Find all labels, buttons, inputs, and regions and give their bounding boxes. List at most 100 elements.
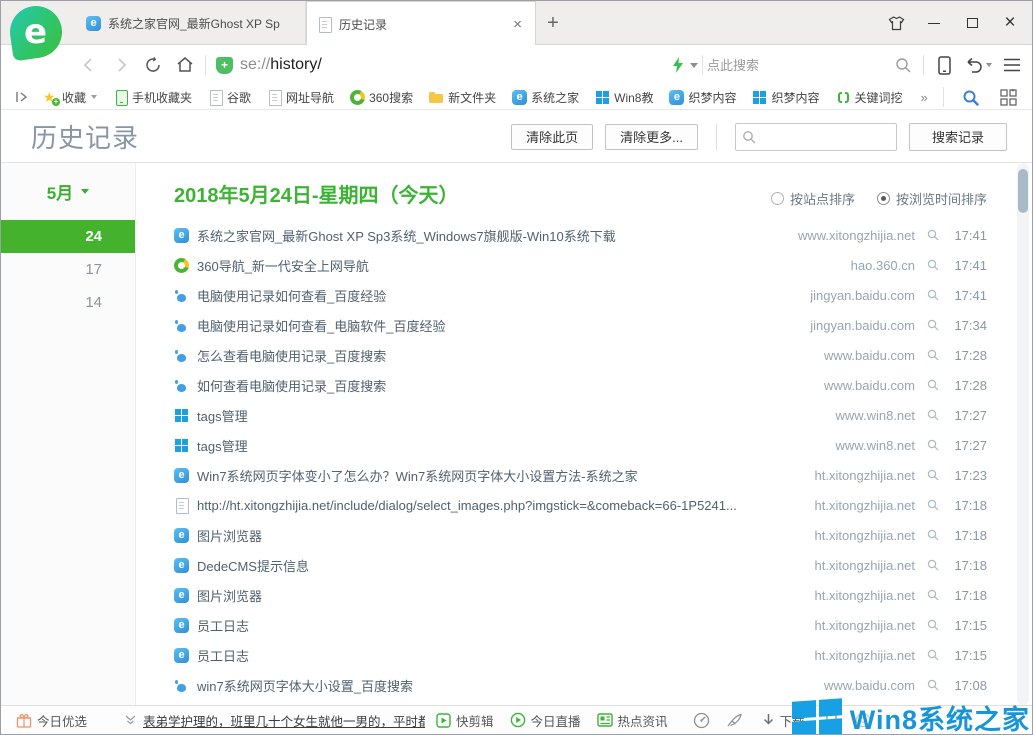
browser-logo[interactable]: e <box>10 6 64 64</box>
bookmark-item[interactable]: 关键词挖 <box>828 85 911 109</box>
entry-search-icon[interactable] <box>927 559 939 571</box>
bookmark-item[interactable]: 收藏 <box>35 85 105 109</box>
back-icon[interactable] <box>73 49 105 81</box>
refresh-icon[interactable] <box>137 49 169 81</box>
quick-clip-button[interactable]: 快剪辑 <box>431 711 499 730</box>
history-entry-row[interactable]: 电脑使用记录如何查看_电脑软件_百度经验 jingyan.baidu.com 1… <box>137 310 1032 340</box>
ticker-collapse-icon[interactable] <box>124 715 137 726</box>
history-search-input[interactable] <box>735 123 897 151</box>
date-item[interactable]: 24 <box>1 220 135 253</box>
entry-title-link[interactable]: Win7系统网页字体变小了怎么办？Win7系统网页字体大小设置方法-系统之家 <box>197 466 638 485</box>
entry-title-link[interactable]: 图片浏览器 <box>197 526 262 545</box>
entry-title-link[interactable]: 员工日志 <box>197 616 249 635</box>
news-ticker-link[interactable]: 表弟学护理的，班里几十个女生就他一男的，平时都拿他当 <box>143 711 425 730</box>
sidebar-toggle-icon[interactable] <box>9 86 35 108</box>
entry-title-link[interactable]: tags管理 <box>197 436 248 455</box>
bookmark-item[interactable]: 谷歌 <box>200 85 259 109</box>
bookmark-item[interactable]: 360搜索 <box>342 85 421 109</box>
tab-history[interactable]: 历史记录 × <box>306 1 536 46</box>
today-picks-button[interactable]: 今日优选 <box>11 711 92 730</box>
entry-search-icon[interactable] <box>927 439 939 451</box>
quick-search-input[interactable] <box>707 58 887 73</box>
entry-title-link[interactable]: 员工日志 <box>197 646 249 665</box>
history-entry-row[interactable]: tags管理 www.win8.net 17:27 <box>137 400 1032 430</box>
undo-recent-icon[interactable] <box>960 49 996 81</box>
home-icon[interactable] <box>169 49 201 81</box>
history-entry-row[interactable]: win7系统网页字体大小设置_百度搜索 www.baidu.com 17:08 <box>137 670 1032 700</box>
history-entry-row[interactable]: http://ht.xitongzhijia.net/include/dialo… <box>137 490 1032 520</box>
bookmark-item[interactable]: 织梦内容 <box>744 85 827 109</box>
scrollbar[interactable] <box>1017 163 1029 705</box>
entry-search-icon[interactable] <box>927 289 939 301</box>
history-entry-row[interactable]: 360导航_新一代安全上网导航 hao.360.cn 17:41 <box>137 250 1032 280</box>
tab-xitongzhijia[interactable]: 系统之家官网_最新Ghost XP Sp <box>76 1 306 45</box>
entry-title-link[interactable]: 系统之家官网_最新Ghost XP Sp3系统_Windows7旗舰版-Win1… <box>197 226 616 245</box>
rocket-boost-icon[interactable] <box>726 713 743 728</box>
extension-lightning-icon[interactable] <box>666 49 690 81</box>
download-button[interactable]: 下载 <box>757 711 810 730</box>
entry-search-icon[interactable] <box>927 409 939 421</box>
forward-icon[interactable] <box>105 49 137 81</box>
history-entry-row[interactable]: 图片浏览器 ht.xitongzhijia.net 17:18 <box>137 580 1032 610</box>
site-safety-shield-icon[interactable]: + <box>216 57 233 74</box>
bookmarks-overflow-icon[interactable]: » <box>911 90 938 105</box>
history-entry-row[interactable]: DedeCMS提示信息 ht.xitongzhijia.net 17:18 <box>137 550 1032 580</box>
bookmarks-search-icon[interactable] <box>954 86 986 108</box>
history-entry-row[interactable]: Win7系统网页字体变小了怎么办？Win7系统网页字体大小设置方法-系统之家 h… <box>137 460 1032 490</box>
mobile-phone-icon[interactable] <box>928 49 960 81</box>
clear-page-button[interactable]: 清除此页 <box>511 124 593 150</box>
date-item[interactable]: 17 <box>1 253 135 286</box>
entry-title-link[interactable]: tags管理 <box>197 406 248 425</box>
bookmark-item[interactable]: 网址导航 <box>259 85 342 109</box>
bookmark-item[interactable]: 手机收藏夹 <box>105 85 200 109</box>
entry-search-icon[interactable] <box>927 649 939 661</box>
menu-hamburger-icon[interactable] <box>996 49 1028 81</box>
history-entry-row[interactable]: 怎么查看电脑使用记录_百度搜索 www.baidu.com 17:28 <box>137 340 1032 370</box>
entry-title-link[interactable]: 360导航_新一代安全上网导航 <box>197 256 369 275</box>
entry-title-link[interactable]: 如何查看电脑使用记录_百度搜索 <box>197 376 386 395</box>
entry-search-icon[interactable] <box>927 259 939 271</box>
maximize-button[interactable] <box>958 9 986 37</box>
history-entry-row[interactable]: 员工日志 ht.xitongzhijia.net 17:15 <box>137 640 1032 670</box>
minimize-button[interactable] <box>920 9 948 37</box>
entry-search-icon[interactable] <box>927 619 939 631</box>
bookmark-item[interactable]: 织梦内容 <box>661 85 744 109</box>
extension-dropdown-icon[interactable] <box>690 63 698 68</box>
wheel-icon[interactable] <box>855 712 871 728</box>
address-bar[interactable]: + se://history/ <box>216 56 666 74</box>
sort-radio-option[interactable]: 按站点排序 <box>771 189 855 208</box>
apps-grid-icon[interactable] <box>992 86 1024 108</box>
entry-search-icon[interactable] <box>927 589 939 601</box>
bookmark-item[interactable]: 新文件夹 <box>421 85 504 109</box>
history-entry-row[interactable]: 图片浏览器 ht.xitongzhijia.net 17:18 <box>137 520 1032 550</box>
history-entry-row[interactable]: tags管理 www.win8.net 17:27 <box>137 430 1032 460</box>
tab-close-icon[interactable]: × <box>510 17 525 32</box>
history-entry-row[interactable]: 如何查看电脑使用记录_百度搜索 www.baidu.com 17:28 <box>137 370 1032 400</box>
new-tab-button[interactable]: + <box>536 1 570 45</box>
entry-title-link[interactable]: DedeCMS提示信息 <box>197 556 309 575</box>
history-entry-row[interactable]: 员工日志 ht.xitongzhijia.net 17:15 <box>137 610 1032 640</box>
entry-search-icon[interactable] <box>927 349 939 361</box>
entry-title-link[interactable]: 图片浏览器 <box>197 586 262 605</box>
entry-search-icon[interactable] <box>927 469 939 481</box>
radio-icon[interactable] <box>771 192 784 205</box>
flag-report-icon[interactable] <box>824 713 839 728</box>
url-text[interactable]: se://history/ <box>240 56 322 74</box>
date-item[interactable]: 14 <box>1 286 135 319</box>
bookmark-item[interactable]: 系统之家 <box>504 85 587 109</box>
entry-title-link[interactable]: win7系统网页字体大小设置_百度搜索 <box>197 676 413 695</box>
search-icon[interactable] <box>887 49 919 81</box>
scrollbar-thumb[interactable] <box>1018 169 1028 213</box>
sort-radio-option[interactable]: 按浏览时间排序 <box>877 189 987 208</box>
clear-more-button[interactable]: 清除更多... <box>605 124 698 150</box>
entry-title-link[interactable]: 电脑使用记录如何查看_百度经验 <box>197 286 386 305</box>
month-dropdown[interactable]: 5月 <box>1 163 135 220</box>
entry-title-link[interactable]: 电脑使用记录如何查看_电脑软件_百度经验 <box>197 316 445 335</box>
entry-search-icon[interactable] <box>927 319 939 331</box>
entry-search-icon[interactable] <box>927 229 939 241</box>
entry-search-icon[interactable] <box>927 529 939 541</box>
entry-title-link[interactable]: 怎么查看电脑使用记录_百度搜索 <box>197 346 386 365</box>
today-live-button[interactable]: 今日直播 <box>505 711 586 730</box>
history-entry-row[interactable]: 电脑使用记录如何查看_百度经验 jingyan.baidu.com 17:41 <box>137 280 1032 310</box>
bookmark-item[interactable]: Win8教 <box>587 85 661 109</box>
